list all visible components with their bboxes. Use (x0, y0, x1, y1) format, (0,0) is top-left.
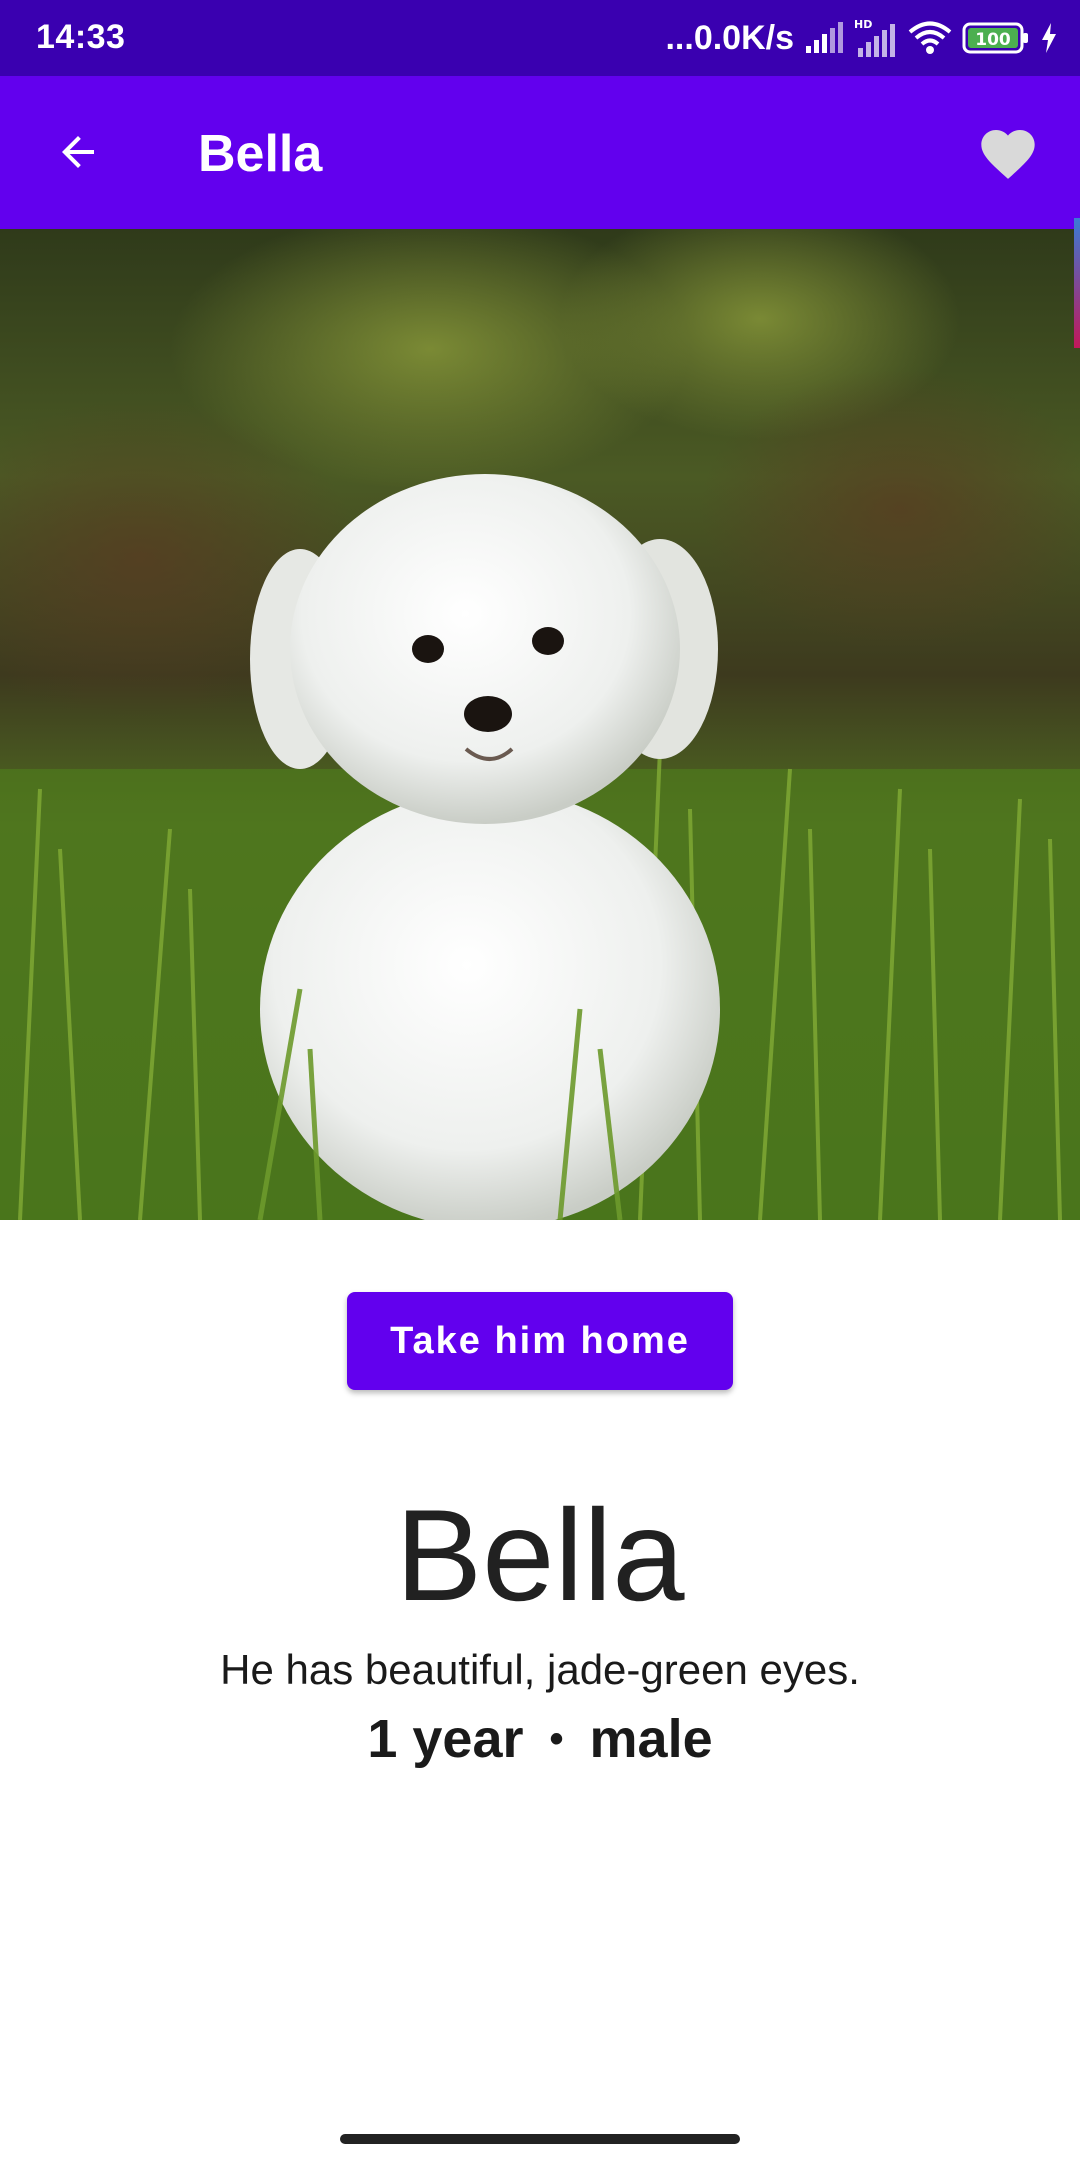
charging-icon (1040, 22, 1058, 54)
hd-signal-icon: HD (854, 18, 898, 58)
battery-level: 100 (975, 30, 1011, 50)
pet-photo (0, 229, 1080, 1220)
status-time: 14:33 (36, 18, 126, 56)
app-bar: Bella (0, 76, 1080, 229)
pet-meta: 1 year • male (0, 1708, 1080, 1770)
status-icons: ...0.0K/s HD 100 (665, 14, 1058, 62)
arrow-back-icon (62, 136, 94, 168)
back-button[interactable] (38, 112, 118, 192)
pet-gender: male (589, 1709, 713, 1769)
network-speed: ...0.0K/s (665, 18, 794, 57)
home-indicator[interactable] (340, 2134, 740, 2144)
page-title: Bella (198, 125, 323, 183)
meta-separator: • (549, 1716, 564, 1761)
scroll-indicator (1074, 218, 1080, 348)
heart-icon (981, 130, 1035, 179)
take-him-home-button[interactable]: Take him home (347, 1292, 733, 1390)
pet-name: Bella (395, 1482, 685, 1628)
pet-description: He has beautiful, jade-green eyes. (220, 1646, 860, 1693)
wifi-icon (908, 21, 952, 55)
pet-age: 1 year (367, 1709, 524, 1769)
svg-text:HD: HD (854, 18, 872, 31)
status-bar: 14:33 ...0.0K/s HD 100 (0, 0, 1080, 76)
signal-icon (804, 22, 844, 54)
favorite-button[interactable] (966, 112, 1050, 196)
battery-icon: 100 (962, 22, 1030, 54)
